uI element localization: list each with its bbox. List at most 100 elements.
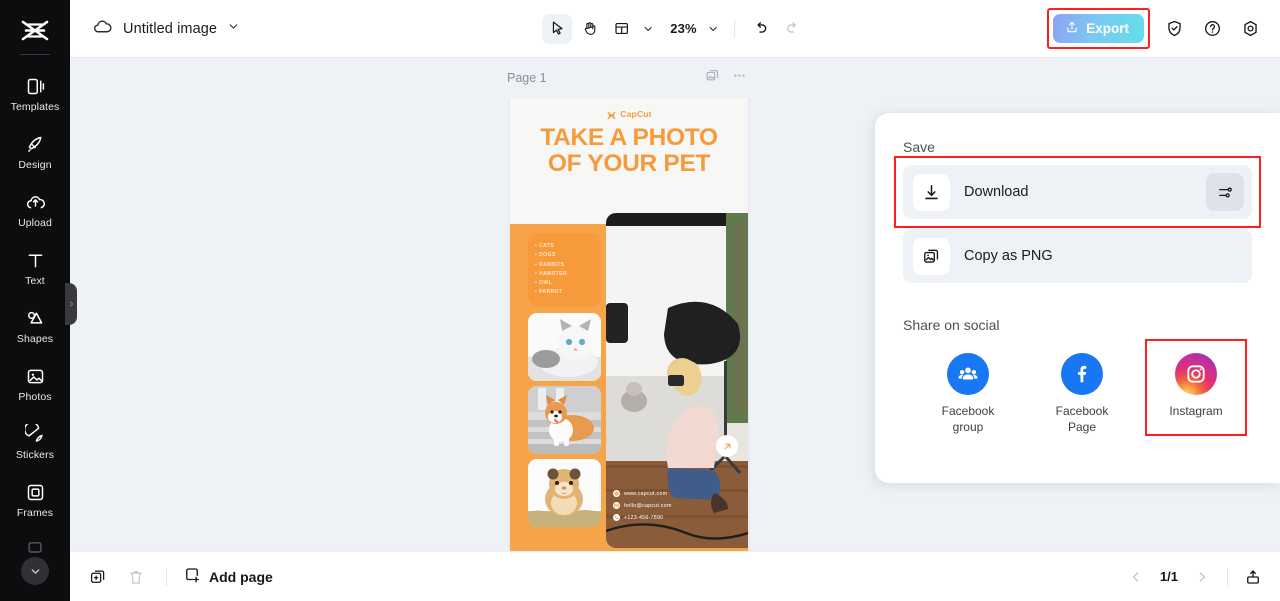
- sidebar-item-label: Shapes: [16, 332, 54, 345]
- sidebar-item-label: Upload: [18, 216, 52, 229]
- share-label-line2: group: [952, 419, 984, 434]
- contact-text: hello@capcut.com: [624, 502, 672, 509]
- zoom-level-value[interactable]: 23%: [660, 21, 701, 36]
- poster-thumbnail-hamster: [528, 459, 601, 527]
- share-facebook-page-button[interactable]: Facebook Page: [1039, 347, 1125, 444]
- more-options-icon[interactable]: [732, 68, 747, 88]
- layout-dropdown-chevron-down-icon[interactable]: [638, 15, 658, 43]
- poster-brand: CapCut: [510, 108, 748, 120]
- sidebar-bottom: [0, 533, 70, 601]
- bottom-divider: [166, 567, 167, 586]
- download-label: Download: [964, 184, 1029, 200]
- export-button[interactable]: Export: [1053, 14, 1144, 43]
- share-instagram-button[interactable]: Instagram: [1145, 339, 1247, 436]
- sidebar-item-label: Templates: [10, 100, 60, 113]
- next-page-button[interactable]: [1189, 564, 1215, 590]
- toolbar-divider: [733, 19, 735, 38]
- bottom-export-button[interactable]: [1240, 564, 1266, 590]
- sidebar-item-label: Stickers: [15, 448, 55, 461]
- document-info: Untitled image: [92, 16, 240, 42]
- settings-gear-icon[interactable]: [1236, 15, 1264, 43]
- contact-text: +123-456-7890: [624, 514, 664, 521]
- copy-as-png-label: Copy as PNG: [964, 248, 1053, 264]
- undo-button[interactable]: [746, 14, 776, 44]
- canvas-tools: 23%: [542, 13, 808, 44]
- poster-brand-name: CapCut: [620, 108, 652, 119]
- canvas-workspace[interactable]: Page 1 CapCut TAKE A PHOTO OF YOUR PET •…: [70, 58, 1280, 551]
- list-item: PARROT: [535, 288, 594, 297]
- poster-thumbnail-cat: [528, 313, 601, 381]
- poster-arrow-up-right-icon: [716, 435, 738, 457]
- redo-button[interactable]: [778, 14, 808, 44]
- top-toolbar: Untitled image 23% Export: [70, 0, 1280, 58]
- document-title[interactable]: Untitled image: [123, 21, 217, 37]
- list-item: DOGS: [535, 251, 594, 260]
- left-sidebar: Templates Design Upload Text Shapes Phot…: [0, 0, 70, 601]
- list-item: RABBITS: [535, 261, 594, 270]
- sidebar-item-frames[interactable]: Frames: [0, 471, 70, 529]
- list-item: HAMSTER: [535, 270, 594, 279]
- download-row-wrap: Download: [894, 156, 1261, 228]
- poster-contacts: www.capcut.com hello@capcut.com +123-456…: [613, 490, 672, 526]
- copy-as-png-button[interactable]: Copy as PNG: [903, 229, 1252, 283]
- sidebar-item-upload[interactable]: Upload: [0, 181, 70, 239]
- capcut-mark-icon: [606, 108, 617, 120]
- download-settings-button[interactable]: [1206, 173, 1244, 211]
- sidebar-expand-button[interactable]: [21, 557, 49, 585]
- shapes-icon: [24, 308, 46, 330]
- help-question-icon[interactable]: [1198, 15, 1226, 43]
- stickers-icon: [24, 424, 46, 446]
- download-arrow-icon: [913, 173, 950, 211]
- export-button-label: Export: [1086, 21, 1129, 36]
- zoom-dropdown-chevron-down-icon[interactable]: [703, 15, 723, 43]
- templates-icon: [24, 76, 46, 98]
- previous-page-button[interactable]: [1123, 564, 1149, 590]
- sidebar-item-templates[interactable]: Templates: [0, 65, 70, 123]
- page-label: Page 1: [507, 71, 547, 85]
- sidebar-divider: [20, 54, 50, 55]
- chevron-down-icon[interactable]: [227, 20, 240, 38]
- add-page-label: Add page: [209, 568, 273, 585]
- sidebar-collapse-handle[interactable]: [65, 283, 77, 325]
- cloud-saved-icon[interactable]: [92, 16, 113, 42]
- sidebar-item-photos[interactable]: Photos: [0, 355, 70, 413]
- share-facebook-group-button[interactable]: Facebook group: [925, 347, 1011, 444]
- photos-image-icon: [24, 366, 46, 388]
- export-button-highlight-wrap: Export: [1047, 8, 1150, 49]
- bottom-right-actions: 1/1: [1123, 564, 1266, 590]
- layout-tool-button[interactable]: [606, 14, 636, 44]
- download-button[interactable]: Download: [903, 165, 1252, 219]
- social-share-row: Facebook group Facebook Page Instagram: [903, 339, 1252, 444]
- add-page-button[interactable]: Add page: [183, 566, 273, 587]
- duplicate-page-button[interactable]: [84, 563, 112, 591]
- copy-image-icon: [913, 237, 950, 275]
- poster-canvas[interactable]: CapCut TAKE A PHOTO OF YOUR PET CATS DOG…: [510, 98, 748, 551]
- sidebar-item-stickers[interactable]: Stickers: [0, 413, 70, 471]
- contact-text: www.capcut.com: [624, 490, 668, 497]
- page-header-icons: [705, 68, 747, 88]
- sidebar-item-label: Frames: [16, 506, 54, 519]
- delete-page-button[interactable]: [122, 563, 150, 591]
- capcut-logo-icon[interactable]: [15, 14, 55, 48]
- bottom-left-actions: Add page: [84, 563, 273, 591]
- poster-title: TAKE A PHOTO OF YOUR PET: [510, 125, 748, 177]
- sidebar-item-label: Design: [18, 158, 52, 171]
- bottom-toolbar: Add page 1/1: [70, 551, 1280, 601]
- sidebar-item-design[interactable]: Design: [0, 123, 70, 181]
- facebook-page-icon: [1061, 353, 1103, 395]
- share-label-line1: Facebook: [941, 404, 995, 418]
- sidebar-item-shapes[interactable]: Shapes: [0, 297, 70, 355]
- contact-row: www.capcut.com: [613, 490, 672, 497]
- select-tool-button[interactable]: [542, 13, 573, 44]
- share-label: Instagram: [1169, 404, 1223, 418]
- poster-title-line-1: TAKE A PHOTO: [540, 124, 718, 151]
- mail-icon: [613, 502, 620, 509]
- globe-icon: [613, 490, 620, 497]
- shield-check-icon[interactable]: [1160, 15, 1188, 43]
- capcut-editor-app: Templates Design Upload Text Shapes Phot…: [0, 0, 1280, 601]
- hand-tool-button[interactable]: [574, 14, 604, 44]
- duplicate-page-icon[interactable]: [705, 68, 720, 88]
- share-label-line2: Page: [1067, 419, 1096, 434]
- sidebar-item-text[interactable]: Text: [0, 239, 70, 297]
- contact-row: hello@capcut.com: [613, 502, 672, 509]
